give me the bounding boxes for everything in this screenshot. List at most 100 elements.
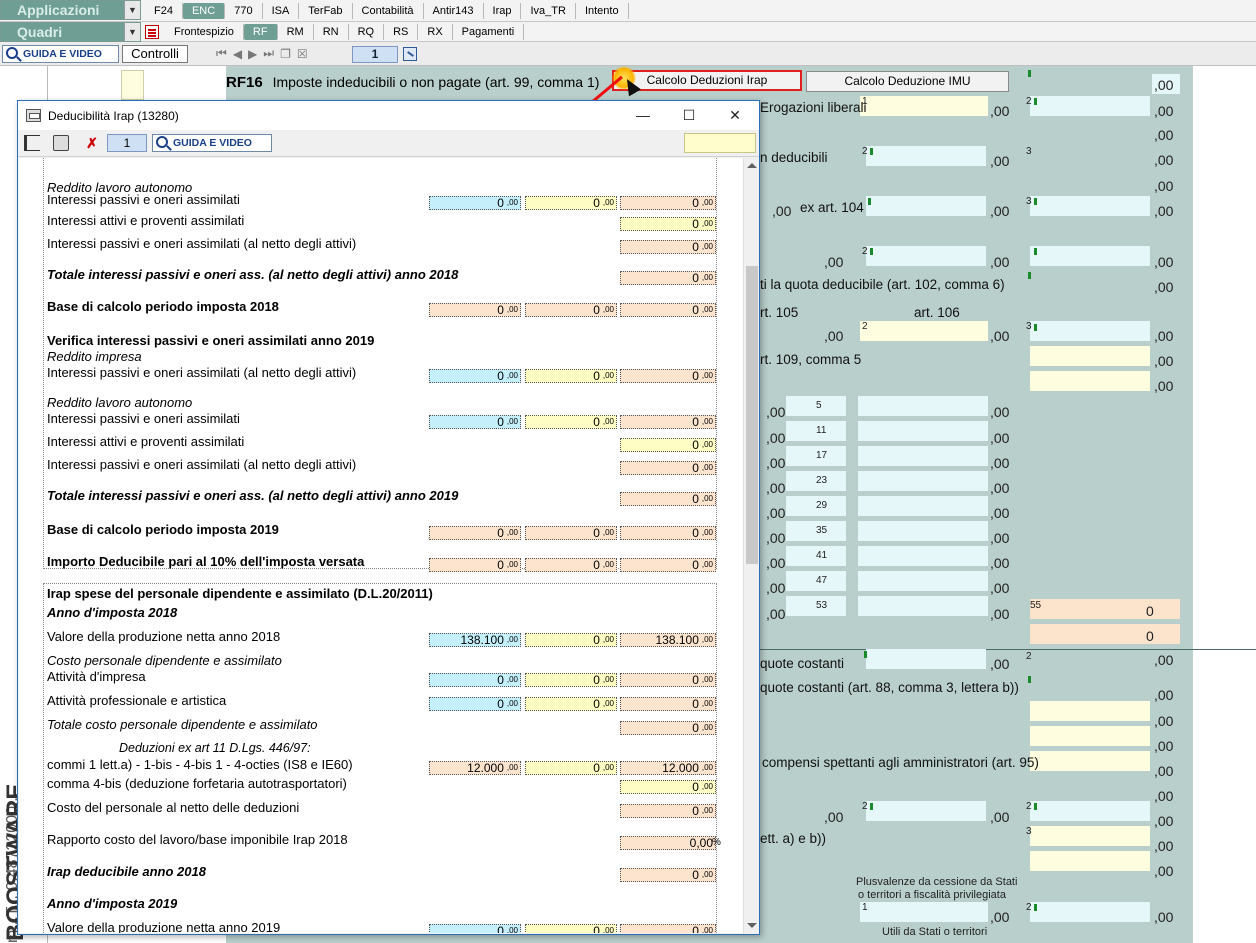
yellow-flag-box[interactable] xyxy=(121,70,144,100)
value-field[interactable]: 0,00 xyxy=(525,633,617,647)
form-cell[interactable] xyxy=(858,596,988,616)
subtab-rf[interactable]: RF xyxy=(243,24,278,40)
form-cell[interactable] xyxy=(1030,751,1150,771)
tab-770[interactable]: 770 xyxy=(225,3,263,19)
tab-f24[interactable]: F24 xyxy=(145,3,183,19)
form-cell[interactable] xyxy=(858,396,988,416)
form-cell[interactable] xyxy=(866,801,986,821)
value-field[interactable]: 0,00 xyxy=(525,526,617,540)
calcolo-deduzione-imu-button[interactable]: Calcolo Deduzione IMU xyxy=(806,71,1009,92)
value-field[interactable]: 0,00 xyxy=(620,438,716,452)
value-field[interactable]: 0,00 xyxy=(429,673,521,687)
delete-icon[interactable]: ✗ xyxy=(84,135,100,151)
value-field[interactable]: 0,00 xyxy=(525,558,617,572)
value-field[interactable]: 0,00 xyxy=(620,558,716,572)
value-field[interactable]: 0,00 xyxy=(429,924,521,933)
guida-video-button[interactable]: GUIDA E VIDEO xyxy=(2,45,119,63)
dialog-scrollbar[interactable] xyxy=(743,158,759,933)
form-cell[interactable] xyxy=(1030,371,1150,391)
subtab-rx[interactable]: RX xyxy=(418,24,453,40)
tab-isa[interactable]: ISA xyxy=(263,3,300,19)
form-cell[interactable] xyxy=(866,246,986,266)
value-field[interactable]: 0,00 xyxy=(525,673,617,687)
tab-contabilita[interactable]: Contabilità xyxy=(353,3,424,19)
value-field[interactable]: 0,00 xyxy=(620,526,716,540)
form-cell[interactable] xyxy=(1030,346,1150,366)
value-field[interactable]: 0,00 xyxy=(620,721,716,735)
chevron-down-icon[interactable]: ▼ xyxy=(124,23,140,41)
close-icon[interactable]: ✕ xyxy=(712,101,758,130)
minimize-icon[interactable]: — xyxy=(620,101,666,130)
prev-page-icon[interactable]: ◀ xyxy=(233,47,242,61)
delete-page-icon[interactable]: ☒ xyxy=(297,47,308,61)
last-page-icon[interactable]: ⏭ xyxy=(263,46,274,61)
exit-door-icon[interactable] xyxy=(24,135,40,151)
value-field[interactable]: 12.000,00 xyxy=(429,761,521,775)
scroll-down-icon[interactable] xyxy=(747,923,757,928)
value-field[interactable]: 0,00 xyxy=(620,415,716,429)
controlli-button[interactable]: Controlli xyxy=(122,45,188,63)
chevron-down-icon[interactable]: ▼ xyxy=(124,1,140,19)
value-field[interactable]: 0,00 xyxy=(620,804,716,818)
value-field[interactable]: 0,00 xyxy=(620,492,716,506)
value-field[interactable]: 0,00 xyxy=(429,196,521,210)
form-cell[interactable] xyxy=(866,649,986,669)
form-cell[interactable] xyxy=(858,471,988,491)
page-number-field[interactable]: 1 xyxy=(352,46,398,63)
value-field[interactable]: 0,00 xyxy=(620,924,716,933)
form-cell[interactable] xyxy=(858,446,988,466)
subtab-rq[interactable]: RQ xyxy=(349,24,385,40)
pdf-icon[interactable] xyxy=(145,25,159,39)
scroll-up-icon[interactable] xyxy=(747,163,757,168)
form-cell[interactable] xyxy=(858,421,988,441)
value-field[interactable]: 0,00 xyxy=(620,780,716,794)
form-cell[interactable] xyxy=(1030,701,1150,721)
subtab-rm[interactable]: RM xyxy=(278,24,314,40)
value-field[interactable]: 0,00 xyxy=(620,369,716,383)
value-field[interactable]: 0,00 xyxy=(429,697,521,711)
dialog-guida-video-button[interactable]: GUIDA E VIDEO xyxy=(152,134,272,152)
form-cell[interactable] xyxy=(858,571,988,591)
value-field[interactable]: 0,00 xyxy=(525,697,617,711)
value-field[interactable]: 0,00 xyxy=(429,303,521,317)
form-cell[interactable] xyxy=(1030,96,1150,116)
form-cell[interactable] xyxy=(1030,321,1150,341)
value-field[interactable]: 0,00 xyxy=(525,369,617,383)
export-icon[interactable] xyxy=(403,47,417,61)
subtab-rn[interactable]: RN xyxy=(314,24,349,40)
form-cell[interactable] xyxy=(1030,851,1150,871)
value-field[interactable]: 138.100,00 xyxy=(429,633,521,647)
tab-iva-tr[interactable]: Iva_TR xyxy=(521,3,576,19)
scroll-thumb[interactable] xyxy=(746,266,758,564)
value-field[interactable]: 0,00 xyxy=(525,196,617,210)
form-cell[interactable] xyxy=(860,321,988,341)
form-cell[interactable] xyxy=(1030,624,1180,644)
value-field[interactable]: 0,00 xyxy=(620,303,716,317)
tab-antir143[interactable]: Antir143 xyxy=(424,3,484,19)
tab-irap[interactable]: Irap xyxy=(484,3,522,19)
value-field[interactable]: 0,00 xyxy=(429,526,521,540)
copy-page-icon[interactable]: ❐ xyxy=(280,47,291,61)
value-field[interactable]: 0,00 xyxy=(429,369,521,383)
applicazioni-combo[interactable]: Applicazioni ▼ xyxy=(0,0,141,20)
value-field[interactable]: 0,00 xyxy=(525,924,617,933)
tab-enc[interactable]: ENC xyxy=(182,3,226,19)
dialog-yellow-field[interactable] xyxy=(684,133,756,153)
form-cell[interactable] xyxy=(1030,196,1150,216)
form-cell[interactable] xyxy=(1030,801,1150,821)
form-cell[interactable] xyxy=(860,902,988,922)
value-field[interactable]: 0,00 xyxy=(620,836,716,850)
printer-icon[interactable] xyxy=(53,135,69,151)
subtab-rs[interactable]: RS xyxy=(384,24,419,40)
value-field[interactable]: 0,00 xyxy=(620,868,716,882)
form-cell[interactable] xyxy=(1030,246,1150,266)
subtab-pagamenti[interactable]: Pagamenti xyxy=(453,24,525,40)
tab-terfab[interactable]: TerFab xyxy=(299,3,353,19)
value-field[interactable]: 0,00 xyxy=(620,240,716,254)
form-cell[interactable] xyxy=(1030,726,1150,746)
dialog-page-field[interactable]: 1 xyxy=(107,134,147,152)
form-cell[interactable] xyxy=(858,521,988,541)
form-cell[interactable] xyxy=(866,196,986,216)
value-field[interactable]: 12.000,00 xyxy=(620,761,716,775)
value-field[interactable]: 0,00 xyxy=(525,415,617,429)
